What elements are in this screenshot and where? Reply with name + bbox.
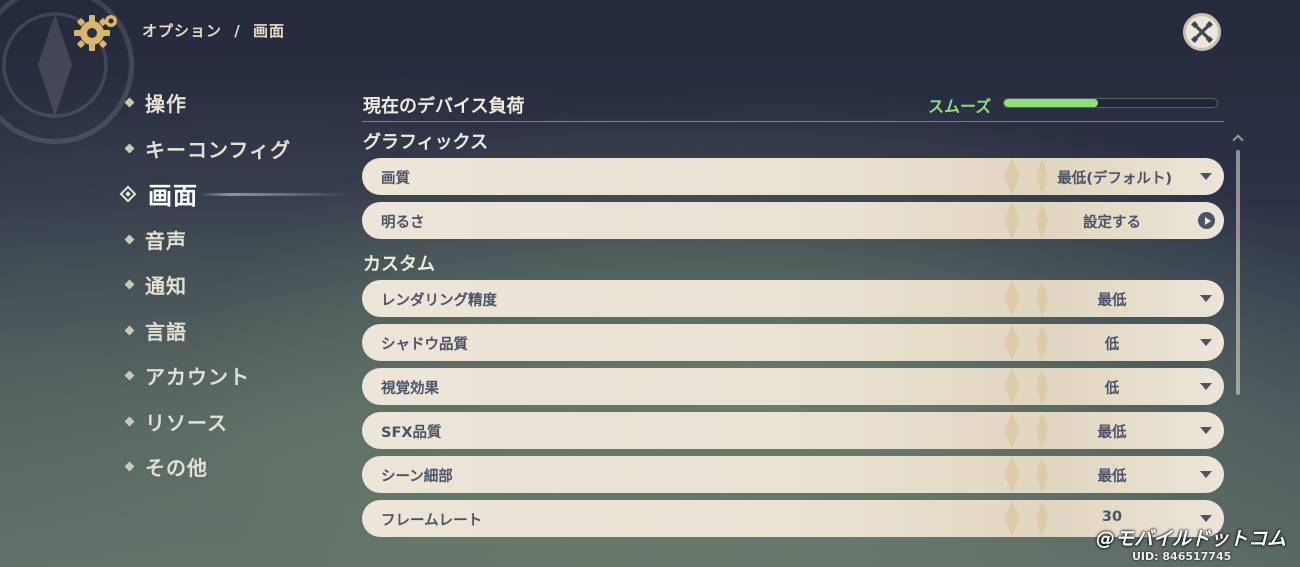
setting-row-shadow-quality[interactable]: シャドウ品質 低 [362, 324, 1224, 361]
setting-value: 最低 [1097, 425, 1127, 441]
setting-value: 設定する [1083, 215, 1141, 231]
breadcrumb-current: 画面 [252, 22, 285, 40]
setting-label: フレームレート [381, 513, 483, 529]
breadcrumb: オプション / 画面 [142, 20, 285, 41]
top-bar: オプション / 画面 [0, 0, 1300, 62]
device-load-title: 現在のデバイス負荷 [363, 96, 525, 117]
bullet-icon [124, 97, 135, 108]
setting-row-render-resolution[interactable]: レンダリング精度 最低 [362, 280, 1224, 317]
caret-down-icon[interactable] [1200, 339, 1212, 346]
sidebar-item-key-config[interactable]: キーコンフィグ [120, 126, 340, 172]
setting-label: 視覚効果 [381, 381, 439, 397]
close-button[interactable] [1183, 13, 1221, 51]
setting-value: 低 [1104, 381, 1120, 397]
section-title-graphics: グラフィックス [363, 132, 489, 153]
sidebar-item-other[interactable]: その他 [120, 444, 340, 490]
scroll-up-icon[interactable] [1232, 134, 1244, 146]
sidebar-item-controls[interactable]: 操作 [120, 80, 340, 126]
setting-row-visual-effects[interactable]: 視覚効果 低 [362, 368, 1224, 405]
section-title-custom: カスタム [363, 254, 435, 275]
device-load-status: スムーズ [928, 97, 992, 116]
device-load-bar-fill [1004, 99, 1098, 107]
setting-label: 画質 [381, 171, 410, 187]
arrow-right-circle-icon[interactable] [1198, 212, 1215, 229]
setting-row-brightness[interactable]: 明るさ 設定する [362, 202, 1224, 239]
watermark: @モバイルドットコム [1096, 528, 1287, 550]
caret-down-icon[interactable] [1200, 427, 1212, 434]
breadcrumb-separator: / [234, 22, 241, 40]
sidebar-item-resources[interactable]: リソース [120, 399, 340, 445]
bullet-icon [124, 416, 135, 427]
setting-value: 低 [1104, 337, 1120, 353]
caret-down-icon[interactable] [1200, 173, 1212, 180]
sidebar-item-label: 言語 [145, 319, 187, 344]
gear-icon [74, 15, 117, 51]
settings-panel: 現在のデバイス負荷 スムーズ グラフィックス 画質 最低(デフォルト) 明るさ … [362, 88, 1224, 544]
bullet-icon [124, 279, 135, 290]
sidebar-item-language[interactable]: 言語 [120, 308, 340, 354]
sidebar-item-label: 音声 [145, 228, 187, 253]
scrollbar[interactable] [1236, 150, 1240, 395]
caret-down-icon[interactable] [1200, 471, 1212, 478]
active-item-glow [200, 193, 350, 196]
bullet-icon [124, 143, 135, 154]
bullet-icon [124, 370, 135, 381]
device-load-bar [1003, 98, 1218, 108]
setting-label: SFX品質 [381, 425, 442, 441]
sidebar-item-label: その他 [145, 456, 208, 481]
bullet-icon [124, 325, 135, 336]
uid-label: UID: 846517745 [1132, 550, 1232, 563]
setting-label: 明るさ [381, 215, 425, 231]
sidebar-item-label: リソース [145, 410, 228, 435]
caret-down-icon[interactable] [1200, 295, 1212, 302]
sidebar-item-label: 画面 [148, 182, 198, 211]
sidebar-item-notifications[interactable]: 通知 [120, 262, 340, 308]
bullet-icon [124, 234, 135, 245]
setting-label: シャドウ品質 [381, 337, 468, 353]
device-load-row: 現在のデバイス負荷 スムーズ [362, 88, 1224, 122]
caret-down-icon[interactable] [1200, 383, 1212, 390]
active-diamond-icon [119, 185, 137, 203]
caret-down-icon[interactable] [1200, 515, 1212, 522]
setting-row-sfx-quality[interactable]: SFX品質 最低 [362, 412, 1224, 449]
setting-value: 最低(デフォルト) [1057, 171, 1172, 187]
setting-row-scene-detail[interactable]: シーン細部 最低 [362, 456, 1224, 493]
setting-row-frame-rate[interactable]: フレームレート 30 [362, 500, 1224, 537]
setting-label: レンダリング精度 [381, 293, 497, 309]
setting-value: 最低 [1097, 469, 1127, 485]
sidebar-nav: 操作 キーコンフィグ 画面 音声 通知 言語 アカウント リソース その他 [119, 80, 340, 490]
bullet-icon [124, 461, 135, 472]
breadcrumb-parent[interactable]: オプション [142, 20, 222, 41]
sidebar-item-label: アカウント [145, 365, 250, 390]
sidebar-item-account[interactable]: アカウント [120, 353, 340, 399]
setting-label: シーン細部 [381, 469, 453, 485]
close-icon [1191, 21, 1213, 43]
sidebar-item-label: 通知 [145, 274, 187, 299]
sidebar-item-label: 操作 [145, 92, 187, 117]
sidebar-item-label: キーコンフィグ [145, 137, 291, 162]
setting-value: 30 [1101, 509, 1123, 525]
setting-row-quality[interactable]: 画質 最低(デフォルト) [362, 158, 1224, 195]
sidebar-item-audio[interactable]: 音声 [120, 217, 340, 263]
setting-value: 最低 [1097, 293, 1127, 309]
